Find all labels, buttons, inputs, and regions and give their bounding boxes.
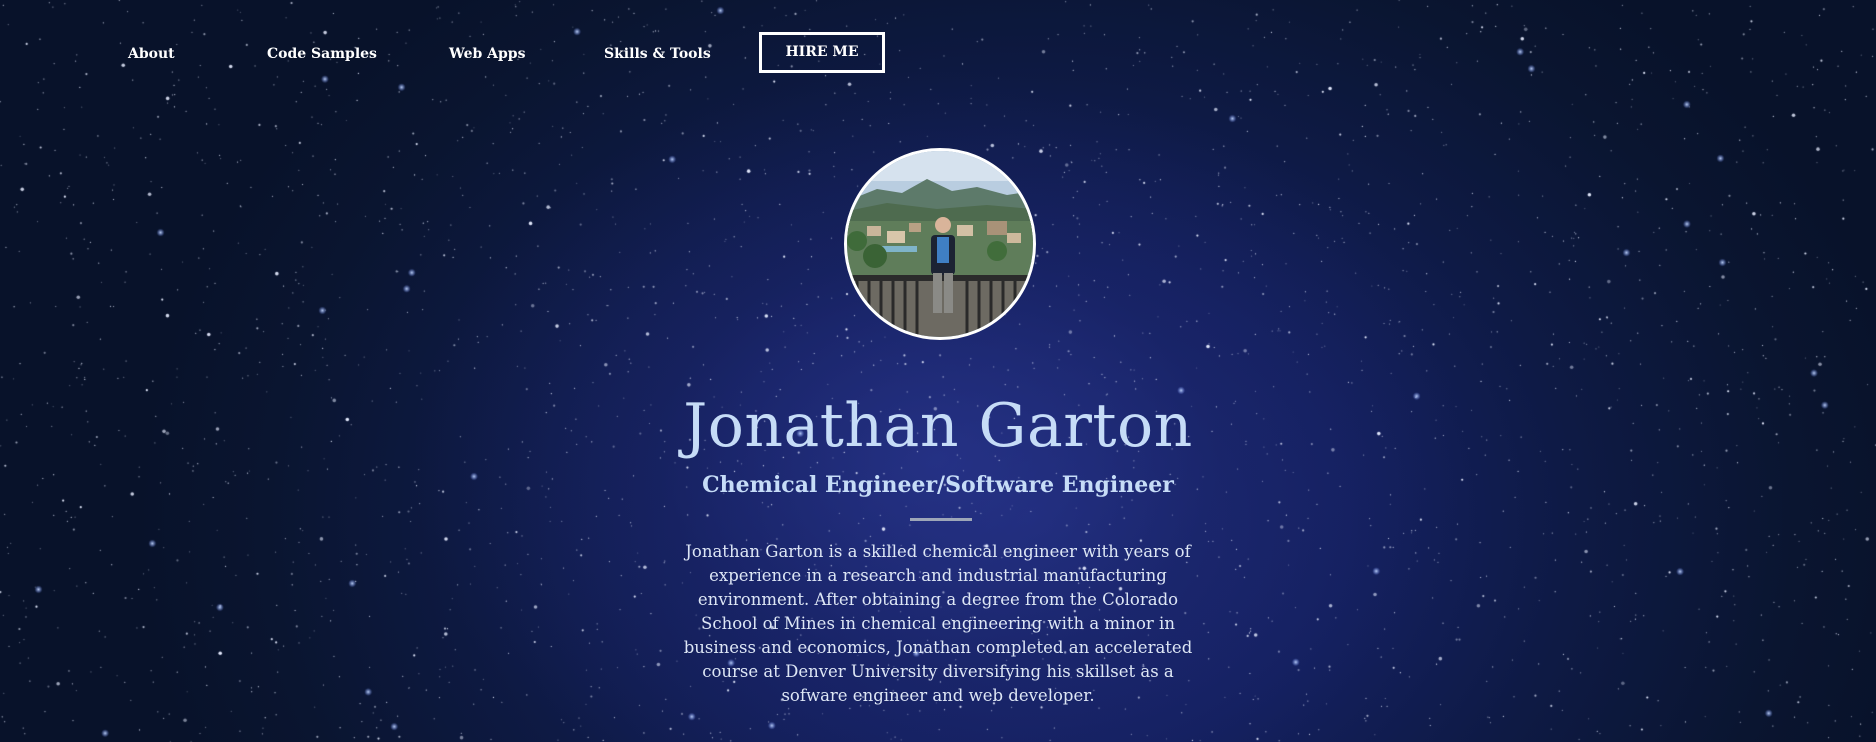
bio-paragraph: Jonathan Garton is a skilled chemical en… [683,542,1193,705]
top-navigation: About Code Samples Web Apps Skills & Too… [0,30,1876,78]
hire-me-button[interactable]: HIRE ME [759,32,885,73]
divider [910,518,972,521]
nav-link-code-samples[interactable]: Code Samples [267,30,377,78]
hero-section: About Code Samples Web Apps Skills & Too… [0,0,1876,742]
nav-link-skills-tools[interactable]: Skills & Tools [604,30,711,78]
job-title: Chemical Engineer/Software Engineer [702,472,1174,498]
page-title: Jonathan Garton [683,391,1193,461]
nav-link-web-apps[interactable]: Web Apps [449,30,525,78]
nav-link-about[interactable]: About [128,30,175,78]
avatar [844,148,1036,340]
profile-photo-icon [847,151,1033,337]
